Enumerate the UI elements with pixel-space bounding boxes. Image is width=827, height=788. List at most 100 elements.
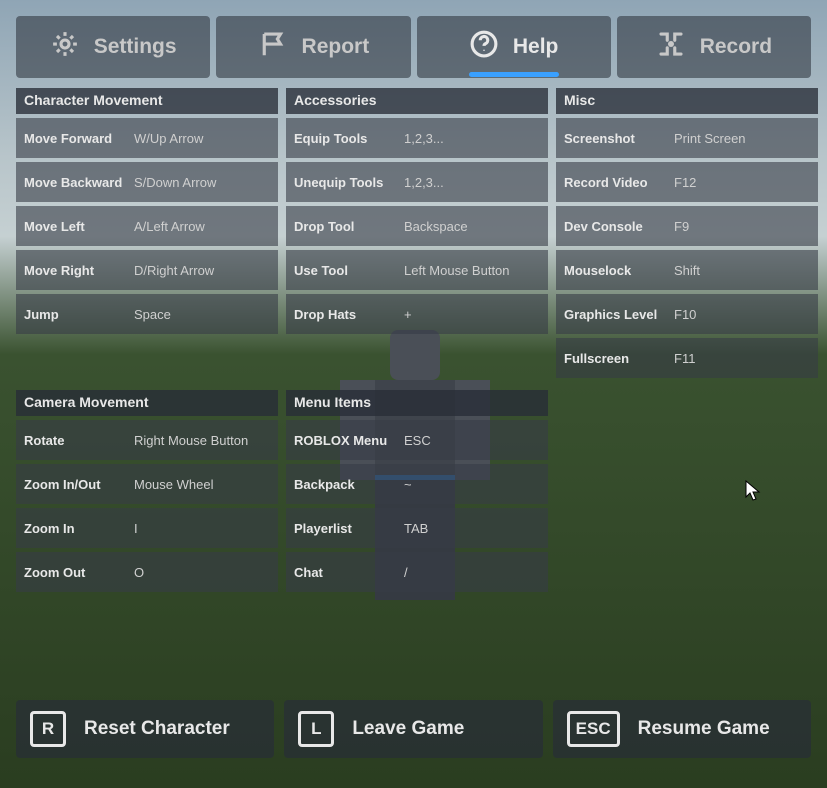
keybind-row: ScreenshotPrint Screen (556, 118, 818, 158)
keybind-row: Zoom In/OutMouse Wheel (16, 464, 278, 504)
button-label: Reset Character (84, 718, 230, 740)
keybind-value: F9 (674, 219, 818, 234)
keybind-row: Chat/ (286, 552, 548, 592)
keybind-label: Drop Hats (286, 307, 404, 322)
section-accessories: Accessories Equip Tools1,2,3...Unequip T… (286, 88, 548, 334)
button-label: Resume Game (638, 718, 770, 740)
keybind-row: RotateRight Mouse Button (16, 420, 278, 460)
section-title: Accessories (286, 88, 548, 114)
tab-help[interactable]: Help (417, 16, 611, 78)
section-title: Camera Movement (16, 390, 278, 416)
keybind-row: Dev ConsoleF9 (556, 206, 818, 246)
keycap: ESC (567, 711, 620, 747)
keybind-row: Equip Tools1,2,3... (286, 118, 548, 158)
keybind-value: 1,2,3... (404, 175, 548, 190)
keybind-label: Screenshot (556, 131, 674, 146)
keybind-row: Record VideoF12 (556, 162, 818, 202)
keybind-value: Space (134, 307, 278, 322)
keybind-label: Move Backward (16, 175, 134, 190)
keybind-value: + (404, 307, 548, 322)
reset-character-button[interactable]: R Reset Character (16, 700, 274, 758)
keybind-row: Move ForwardW/Up Arrow (16, 118, 278, 158)
keybind-label: Move Right (16, 263, 134, 278)
keybind-value: D/Right Arrow (134, 263, 278, 278)
section-character-movement: Character Movement Move ForwardW/Up Arro… (16, 88, 278, 334)
keybind-label: Drop Tool (286, 219, 404, 234)
tab-label: Help (513, 35, 559, 59)
keybind-label: Unequip Tools (286, 175, 404, 190)
keybind-label: Graphics Level (556, 307, 674, 322)
active-tab-underline (469, 72, 559, 77)
keybind-value: Shift (674, 263, 818, 278)
keybind-value: ~ (404, 477, 548, 492)
help-icon (469, 29, 499, 65)
section-misc: Misc ScreenshotPrint ScreenRecord VideoF… (556, 88, 818, 378)
keybind-row: Graphics LevelF10 (556, 294, 818, 334)
keybind-value: O (134, 565, 278, 580)
gear-icon (50, 29, 80, 65)
keybind-label: Move Left (16, 219, 134, 234)
keybind-label: Zoom In (16, 521, 134, 536)
keybind-row: Unequip Tools1,2,3... (286, 162, 548, 202)
keybind-row: Move RightD/Right Arrow (16, 250, 278, 290)
bottom-button-bar: R Reset Character L Leave Game ESC Resum… (16, 700, 811, 758)
tab-settings[interactable]: Settings (16, 16, 210, 78)
keybind-value: TAB (404, 521, 548, 536)
keybind-row: PlayerlistTAB (286, 508, 548, 548)
keybind-label: Dev Console (556, 219, 674, 234)
keybind-label: Fullscreen (556, 351, 674, 366)
keybind-label: Jump (16, 307, 134, 322)
keybind-label: Chat (286, 565, 404, 580)
keybind-value: A/Left Arrow (134, 219, 278, 234)
section-title: Character Movement (16, 88, 278, 114)
keybind-row: Zoom InI (16, 508, 278, 548)
keybind-value: F11 (674, 351, 818, 366)
keybind-value: F10 (674, 307, 818, 322)
resume-game-button[interactable]: ESC Resume Game (553, 700, 811, 758)
keybind-label: Backpack (286, 477, 404, 492)
keybind-label: Record Video (556, 175, 674, 190)
section-title: Menu Items (286, 390, 548, 416)
keybind-row: ROBLOX MenuESC (286, 420, 548, 460)
keybind-label: Playerlist (286, 521, 404, 536)
keycap: L (298, 711, 334, 747)
tab-report[interactable]: Report (216, 16, 410, 78)
keybind-row: Move LeftA/Left Arrow (16, 206, 278, 246)
keybind-value: W/Up Arrow (134, 131, 278, 146)
tab-label: Report (302, 35, 370, 59)
cursor-icon (745, 480, 763, 507)
tab-record[interactable]: Record (617, 16, 811, 78)
leave-game-button[interactable]: L Leave Game (284, 700, 542, 758)
keybind-row: Drop ToolBackspace (286, 206, 548, 246)
keybind-value: ESC (404, 433, 548, 448)
keybind-value: Backspace (404, 219, 548, 234)
button-label: Leave Game (352, 718, 464, 740)
keybind-label: ROBLOX Menu (286, 433, 404, 448)
keybind-value: 1,2,3... (404, 131, 548, 146)
record-icon (656, 29, 686, 65)
keybind-value: / (404, 565, 548, 580)
tab-label: Settings (94, 35, 177, 59)
tab-bar: Settings Report Help Record (16, 16, 811, 78)
keybind-row: Drop Hats+ (286, 294, 548, 334)
keybind-value: Mouse Wheel (134, 477, 278, 492)
keybind-label: Move Forward (16, 131, 134, 146)
keybind-value: Left Mouse Button (404, 263, 548, 278)
keybind-label: Rotate (16, 433, 134, 448)
keybind-row: Move BackwardS/Down Arrow (16, 162, 278, 202)
keybind-label: Zoom Out (16, 565, 134, 580)
keybind-row: JumpSpace (16, 294, 278, 334)
keybind-value: S/Down Arrow (134, 175, 278, 190)
tab-label: Record (700, 35, 772, 59)
flag-icon (258, 29, 288, 65)
keybind-row: Backpack~ (286, 464, 548, 504)
keycap: R (30, 711, 66, 747)
keybind-row: FullscreenF11 (556, 338, 818, 378)
section-menu-items: Menu Items ROBLOX MenuESCBackpack~Player… (286, 390, 548, 592)
keybind-value: I (134, 521, 278, 536)
section-title: Misc (556, 88, 818, 114)
keybind-value: F12 (674, 175, 818, 190)
menu-panel: Settings Report Help Record Character Mo… (0, 0, 827, 104)
keybind-label: Equip Tools (286, 131, 404, 146)
keybind-row: Zoom OutO (16, 552, 278, 592)
